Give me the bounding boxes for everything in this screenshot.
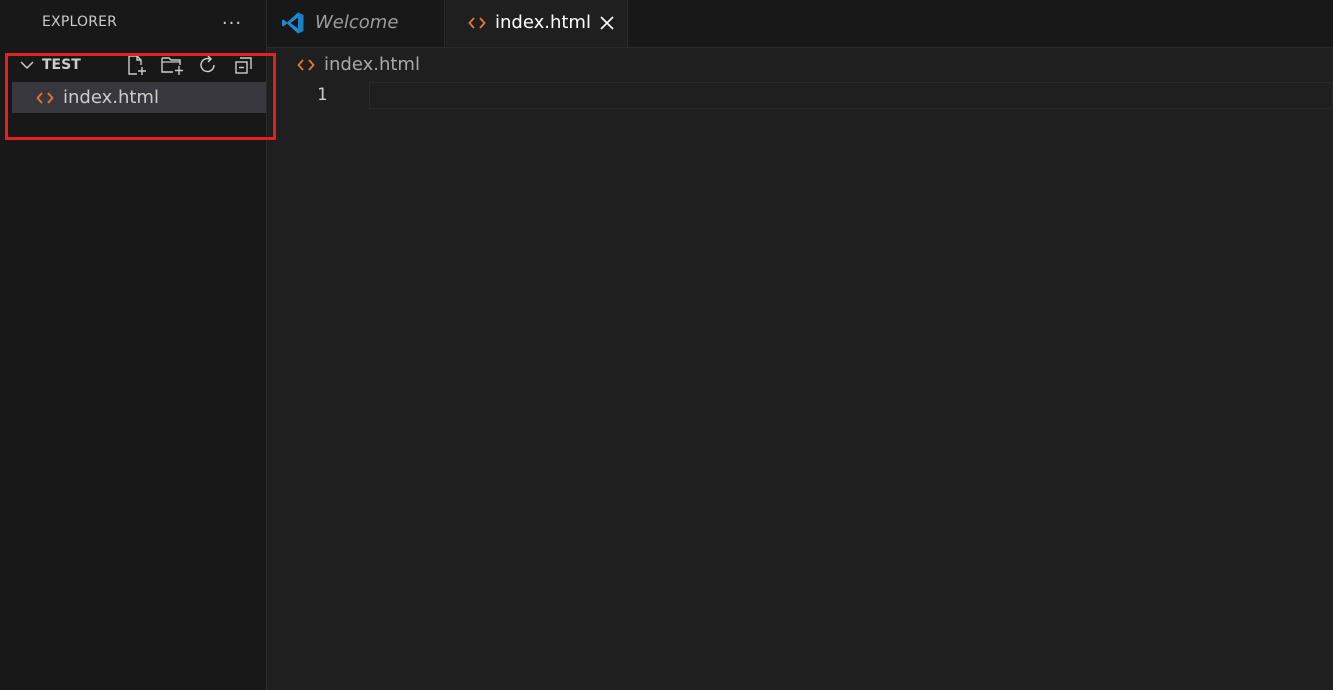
chevron-down-icon	[20, 61, 34, 70]
new-folder-icon[interactable]	[160, 54, 184, 76]
tab-label: index.html	[495, 12, 591, 33]
line-number: 1	[317, 85, 328, 105]
html-file-icon	[468, 17, 486, 29]
current-line-highlight[interactable]	[369, 82, 1333, 109]
more-actions-button[interactable]: ···	[220, 12, 244, 34]
tab-welcome[interactable]: Welcome	[267, 0, 445, 47]
breadcrumb-label: index.html	[324, 54, 420, 75]
editor-tabs: Welcome index.html	[267, 0, 1333, 48]
sidebar-header: EXPLORER ···	[12, 0, 266, 47]
refresh-icon[interactable]	[196, 54, 220, 76]
vscode-logo-icon	[282, 12, 304, 34]
file-label: index.html	[63, 87, 159, 108]
vscode-window: EXPLORER ··· TEST index.html Welcome ind…	[0, 0, 1333, 690]
sidebar-title: EXPLORER	[42, 14, 118, 30]
html-file-icon	[297, 59, 315, 71]
file-item-index-html[interactable]: index.html	[12, 82, 266, 113]
code-editor[interactable]: 1	[267, 80, 1333, 690]
section-actions	[124, 54, 256, 76]
tab-index-html[interactable]: index.html	[446, 0, 628, 47]
section-header-test[interactable]: TEST	[12, 52, 266, 78]
new-file-icon[interactable]	[124, 54, 148, 76]
close-icon[interactable]	[596, 12, 618, 34]
explorer-sidebar: EXPLORER ··· TEST index.html	[12, 0, 267, 690]
html-file-icon	[36, 92, 54, 104]
section-title: TEST	[42, 57, 81, 73]
collapse-all-icon[interactable]	[232, 54, 256, 76]
tab-label: Welcome	[315, 12, 399, 33]
